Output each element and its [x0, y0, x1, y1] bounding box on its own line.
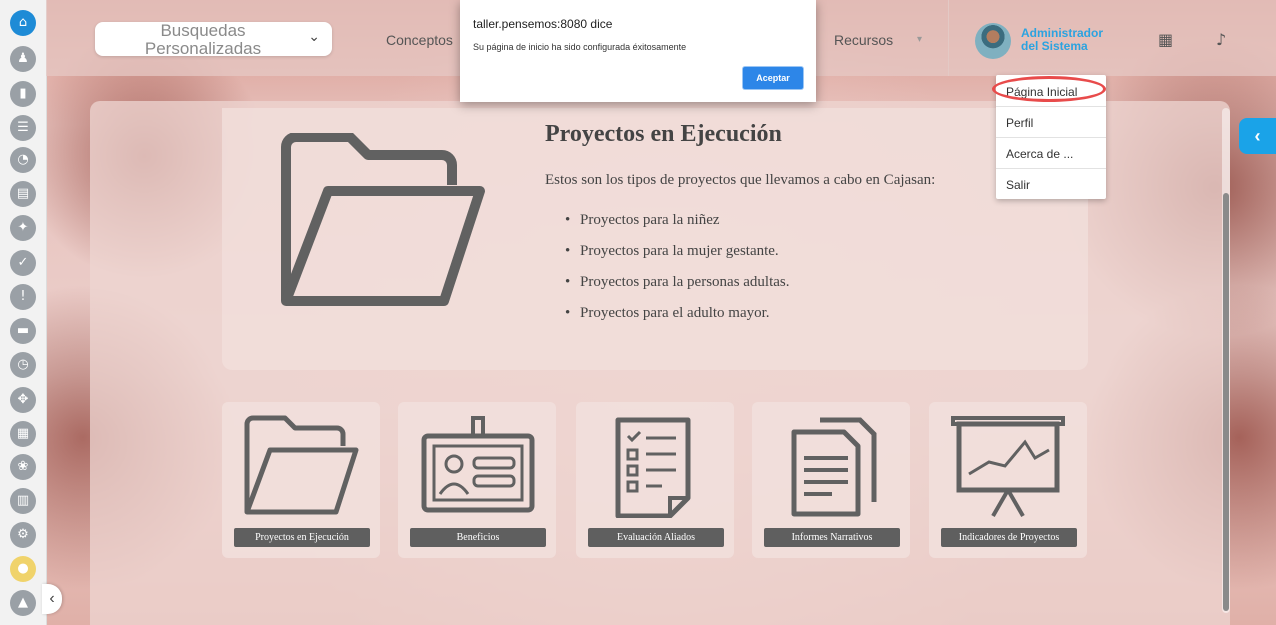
card-label: Beneficios — [410, 528, 546, 547]
documents-icon — [791, 417, 877, 517]
presentation-chart-icon — [951, 416, 1065, 517]
alert-icon[interactable]: ! — [10, 284, 36, 310]
id-badge-icon — [421, 416, 535, 513]
nav-conceptos[interactable]: Conceptos — [386, 32, 453, 48]
highlight-annotation — [992, 76, 1106, 102]
home-icon[interactable]: ⌂ — [10, 10, 36, 36]
clock-icon[interactable]: ◷ — [10, 352, 36, 378]
check-icon[interactable]: ✓ — [10, 250, 36, 276]
hero-description: Estos son los tipos de proyectos que lle… — [545, 172, 936, 188]
award-icon[interactable]: ✦ — [10, 215, 36, 241]
list-item: Proyectos para el adulto mayor. — [565, 305, 790, 336]
card-evaluacion-aliados[interactable]: Evaluación Aliados — [576, 402, 734, 558]
card-beneficios[interactable]: Beneficios — [398, 402, 556, 558]
card-label: Evaluación Aliados — [588, 528, 724, 547]
dialog-message: Su página de inicio ha sido configurada … — [473, 42, 687, 52]
menu-item-salir[interactable]: Salir — [996, 170, 1106, 200]
dialog-origin: taller.pensemos:8080 dice — [473, 17, 613, 31]
menu-item-perfil[interactable]: Perfil — [996, 108, 1106, 138]
accept-button[interactable]: Aceptar — [743, 67, 803, 89]
calendar-icon[interactable]: ▦ — [1158, 30, 1173, 49]
warning-icon[interactable]: ▲ — [10, 590, 36, 616]
list-icon[interactable]: ☰ — [10, 115, 36, 141]
checklist-icon — [615, 417, 691, 518]
alert-dialog: taller.pensemos:8080 dice Su página de i… — [460, 0, 816, 102]
card-label: Proyectos en Ejecución — [234, 528, 370, 547]
move-icon[interactable]: ✥ — [10, 387, 36, 413]
document-icon[interactable]: ▤ — [10, 181, 36, 207]
pie-chart-icon[interactable]: ◔ — [10, 147, 36, 173]
card-informes-narrativos[interactable]: Informes Narrativos — [752, 402, 910, 558]
list-item: Proyectos para la mujer gestante. — [565, 243, 790, 274]
card-indicadores-de-proyectos[interactable]: Indicadores de Proyectos — [929, 402, 1087, 558]
scrollbar-thumb[interactable] — [1223, 193, 1229, 611]
chevron-down-icon: ⌄ — [308, 29, 320, 45]
card-label: Indicadores de Proyectos — [941, 528, 1077, 547]
side-panel-toggle-button[interactable]: ‹ — [1239, 118, 1276, 154]
nav-recursos[interactable]: Recursos — [834, 32, 893, 48]
card-proyectos-en-ejecucion[interactable]: Proyectos en Ejecución — [222, 402, 380, 558]
gear-icon[interactable]: ⚙ — [10, 522, 36, 548]
avatar[interactable] — [975, 23, 1011, 59]
custom-search-select[interactable]: Busquedas Personalizadas ⌄ — [95, 21, 332, 58]
folder-icon — [244, 415, 359, 515]
user-name[interactable]: Administrador del Sistema — [1021, 27, 1103, 53]
card-label: Informes Narrativos — [764, 528, 900, 547]
header-divider — [948, 0, 949, 76]
user-icon[interactable]: ♟ — [10, 46, 36, 72]
menu-item-acerca-de[interactable]: Acerca de ... — [996, 139, 1106, 169]
lotus-icon[interactable]: ❀ — [10, 454, 36, 480]
list-item: Proyectos para la personas adultas. — [565, 274, 790, 305]
left-sidebar: ⌂ ♟ ▮ ☰ ◔ ▤ ✦ ✓ ! ▬ ◷ ✥ ▦ ❀ ▥ ⚙ ● ▲ — [0, 0, 47, 625]
caret-down-icon: ▾ — [917, 34, 923, 45]
bar-chart-icon[interactable]: ▮ — [10, 81, 36, 107]
grid-icon[interactable]: ▦ — [10, 421, 36, 447]
screen-icon[interactable]: ▬ — [10, 318, 36, 344]
folder-icon — [281, 133, 485, 306]
custom-search-label: Busquedas Personalizadas — [144, 21, 262, 58]
bell-icon[interactable]: ♪ — [1216, 30, 1226, 49]
report-icon[interactable]: ▥ — [10, 488, 36, 514]
lightbulb-icon[interactable]: ● — [10, 556, 36, 582]
project-types-list: Proyectos para la niñez Proyectos para l… — [565, 212, 790, 336]
list-item: Proyectos para la niñez — [565, 212, 790, 243]
hero-title: Proyectos en Ejecución — [545, 121, 782, 147]
